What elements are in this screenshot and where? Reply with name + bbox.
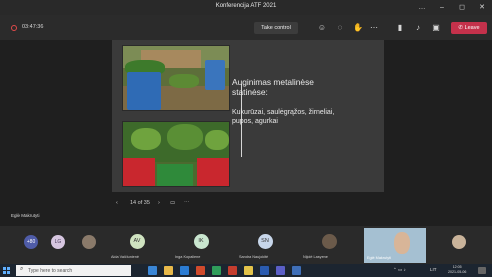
participant-name: Sandra Naujokitė — [239, 255, 269, 259]
language-indicator[interactable]: LIT — [430, 267, 437, 272]
photo-leaf — [131, 128, 161, 150]
slide-counter: 14 of 35 — [130, 200, 150, 206]
slide-more-icon[interactable]: ⋯ — [184, 200, 190, 206]
photo-leaf — [205, 130, 229, 150]
participant-name: Aida Vaičiunienė — [111, 255, 140, 259]
title-bar: Konferencija ATF 2021 … – ◻ ✕ — [0, 0, 492, 15]
green-barrel — [157, 164, 193, 186]
participant-name: Inga Kopaliene — [175, 255, 201, 259]
participant-name: Eglė Makrutyti — [367, 256, 392, 260]
clock-date: 2021-05-06 — [448, 270, 467, 274]
photo-leaves — [169, 74, 199, 88]
participant-tile[interactable]: IK Inga Kopaliene — [172, 226, 230, 264]
avatar[interactable] — [452, 235, 466, 249]
avatar[interactable] — [82, 235, 96, 249]
maximize-icon[interactable]: ◻ — [452, 0, 472, 15]
leave-button[interactable]: ✆ Leave — [451, 22, 487, 34]
recording-icon — [11, 25, 17, 31]
notifications-icon[interactable] — [478, 267, 486, 274]
garden-barrels-photo — [122, 121, 230, 187]
red-barrel — [197, 158, 229, 186]
share-icon[interactable]: ▣ — [430, 22, 442, 34]
window-more-icon[interactable]: … — [412, 0, 432, 15]
search-placeholder: Type here to search — [28, 268, 73, 274]
slide-body: Kukurūzai, saulėgrąžos, žirneliai, pupos… — [232, 109, 335, 125]
minimize-icon[interactable]: – — [432, 0, 452, 15]
more-icon[interactable]: ⋯ — [368, 22, 380, 34]
windows-start-icon[interactable] — [3, 267, 10, 274]
avatar: SN — [257, 234, 273, 249]
participant-video-tile[interactable]: Eglė Makrutyti — [364, 228, 426, 263]
next-slide-icon[interactable]: › — [158, 200, 160, 206]
prev-slide-icon[interactable]: ‹ — [116, 200, 118, 206]
more-participants-badge[interactable]: +80 — [24, 235, 38, 249]
photo-leaf — [167, 124, 203, 150]
tray-icons[interactable]: ⌃ ▭ ♪ — [393, 267, 406, 273]
office-icon[interactable] — [196, 266, 205, 275]
app-icon[interactable] — [292, 266, 301, 275]
presentation-slide: Auginimas metalinėse statinėse: Kukurūza… — [112, 40, 384, 192]
teams-window: Konferencija ATF 2021 … – ◻ ✕ 03:47:36 T… — [0, 0, 492, 277]
avatar[interactable]: LG — [51, 235, 65, 249]
participant-tile[interactable]: Nijolė Lasyene — [300, 226, 358, 264]
powerpoint-icon[interactable] — [228, 266, 237, 275]
meeting-timer: 03:47:36 — [22, 24, 44, 30]
shared-content-stage: Auginimas metalinėse statinėse: Kukurūza… — [0, 40, 492, 226]
edge-icon[interactable] — [180, 266, 189, 275]
word-icon[interactable] — [260, 266, 269, 275]
avatar: AV — [129, 234, 145, 249]
participant-name: Nijolė Lasyene — [303, 255, 328, 259]
barrels-photo — [122, 45, 230, 111]
participant-tile[interactable]: SN Sandra Naujokitė — [236, 226, 294, 264]
leave-label: Leave — [464, 25, 480, 31]
folder-icon[interactable] — [244, 266, 253, 275]
participant-tile[interactable]: AV Aida Vaičiunienė — [108, 226, 166, 264]
chat-icon[interactable]: ◌ — [334, 22, 346, 34]
taskbar-search-input[interactable]: ⌕ Type here to search — [16, 265, 131, 276]
avatar — [321, 234, 337, 249]
blue-barrel — [127, 72, 161, 110]
people-icon[interactable]: ☺ — [316, 22, 328, 34]
search-icon: ⌕ — [20, 266, 24, 272]
camera-icon[interactable]: ▮ — [394, 22, 406, 34]
slide-grid-icon[interactable]: ▭ — [170, 200, 175, 206]
excel-icon[interactable] — [212, 266, 221, 275]
taskbar-clock[interactable]: 12:05 2021-05-06 — [448, 265, 466, 275]
reactions-icon[interactable]: ✋ — [352, 22, 364, 34]
red-barrel — [123, 158, 155, 186]
file-explorer-icon[interactable] — [164, 266, 173, 275]
take-control-button[interactable]: Take control — [254, 22, 298, 34]
windows-taskbar: ⌕ Type here to search ⌃ ▭ ♪ LIT 12:05 20… — [0, 264, 492, 277]
avatar: IK — [193, 234, 209, 249]
slide-heading: Auginimas metalinėse statinėse: — [232, 77, 314, 97]
blue-barrel — [205, 60, 225, 90]
meeting-toolbar: 03:47:36 Take control ☺ ◌ ✋ ⋯ ▮ ♪ ▣ ✆ Le… — [0, 15, 492, 40]
teams-icon[interactable] — [276, 266, 285, 275]
participant-video — [394, 232, 410, 254]
task-view-icon[interactable] — [148, 266, 157, 275]
presenter-name: Eglė Makrutyti — [11, 213, 40, 218]
mic-icon[interactable]: ♪ — [412, 22, 424, 34]
close-icon[interactable]: ✕ — [472, 0, 492, 15]
